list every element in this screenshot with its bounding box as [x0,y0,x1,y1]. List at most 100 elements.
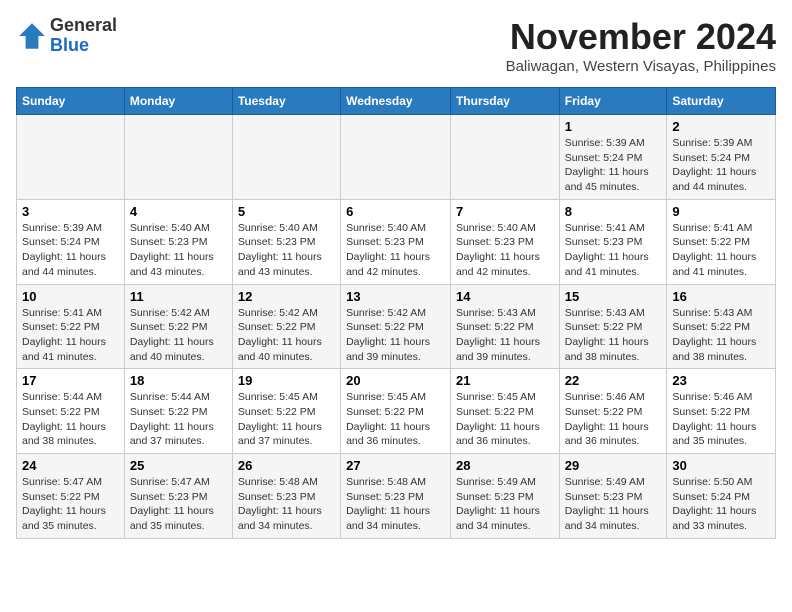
weekday-header: Tuesday [232,88,340,115]
day-info: Sunrise: 5:45 AM Sunset: 5:22 PM Dayligh… [346,390,445,449]
logo-text: General Blue [50,16,117,56]
day-number: 18 [130,373,227,388]
title-area: November 2024 Baliwagan, Western Visayas… [506,16,776,75]
day-number: 11 [130,289,227,304]
day-number: 30 [672,458,770,473]
day-info: Sunrise: 5:42 AM Sunset: 5:22 PM Dayligh… [130,306,227,365]
day-number: 5 [238,204,335,219]
day-number: 6 [346,204,445,219]
day-number: 25 [130,458,227,473]
day-info: Sunrise: 5:40 AM Sunset: 5:23 PM Dayligh… [130,221,227,280]
calendar-cell: 28 Sunrise: 5:49 AM Sunset: 5:23 PM Dayli… [450,454,559,539]
day-number: 20 [346,373,445,388]
location-subtitle: Baliwagan, Western Visayas, Philippines [506,58,776,75]
calendar-week-row: 24Sunrise: 5:47 AM Sunset: 5:22 PM Dayli… [17,454,776,539]
day-info: Sunrise: 5:40 AM Sunset: 5:23 PM Dayligh… [238,221,335,280]
day-info: Sunrise: 5:43 AM Sunset: 5:22 PM Dayligh… [456,306,554,365]
weekday-header: Thursday [450,88,559,115]
calendar-cell: 21 Sunrise: 5:45 AM Sunset: 5:22 PM Dayli… [450,369,559,454]
calendar-cell [232,115,340,200]
calendar-week-row: 1 Sunrise: 5:39 AM Sunset: 5:24 PM Daylig… [17,115,776,200]
day-number: 17 [22,373,119,388]
day-info: Sunrise: 5:45 AM Sunset: 5:22 PM Dayligh… [456,390,554,449]
day-info: Sunrise: 5:39 AM Sunset: 5:24 PM Dayligh… [565,136,662,195]
day-number: 14 [456,289,554,304]
day-number: 23 [672,373,770,388]
day-number: 21 [456,373,554,388]
day-number: 9 [672,204,770,219]
calendar-cell [17,115,125,200]
weekday-header: Monday [124,88,232,115]
day-info: Sunrise: 5:48 AM Sunset: 5:23 PM Dayligh… [238,475,335,534]
day-info: Sunrise: 5:41 AM Sunset: 5:23 PM Dayligh… [565,221,662,280]
day-number: 12 [238,289,335,304]
calendar-cell: 27 Sunrise: 5:48 AM Sunset: 5:23 PM Dayli… [341,454,451,539]
day-number: 2 [672,119,770,134]
calendar-cell: 5 Sunrise: 5:40 AM Sunset: 5:23 PM Daylig… [232,199,340,284]
day-number: 27 [346,458,445,473]
day-number: 3 [22,204,119,219]
day-info: Sunrise: 5:50 AM Sunset: 5:24 PM Dayligh… [672,475,770,534]
calendar-table: SundayMondayTuesdayWednesdayThursdayFrid… [16,87,776,539]
day-info: Sunrise: 5:47 AM Sunset: 5:22 PM Dayligh… [22,475,119,534]
calendar-cell [450,115,559,200]
day-number: 19 [238,373,335,388]
day-number: 13 [346,289,445,304]
day-info: Sunrise: 5:40 AM Sunset: 5:23 PM Dayligh… [456,221,554,280]
calendar-cell: 10 Sunrise: 5:41 AM Sunset: 5:22 PM Dayli… [17,284,125,369]
weekday-header: Wednesday [341,88,451,115]
calendar-cell: 15 Sunrise: 5:43 AM Sunset: 5:22 PM Dayli… [559,284,667,369]
weekday-header: Saturday [667,88,776,115]
day-info: Sunrise: 5:47 AM Sunset: 5:23 PM Dayligh… [130,475,227,534]
logo: General Blue [16,16,117,56]
calendar-cell: 17 Sunrise: 5:44 AM Sunset: 5:22 PM Dayli… [17,369,125,454]
calendar-cell: 23Sunrise: 5:46 AM Sunset: 5:22 PM Dayli… [667,369,776,454]
month-title: November 2024 [506,16,776,58]
day-number: 1 [565,119,662,134]
calendar-cell: 13 Sunrise: 5:42 AM Sunset: 5:22 PM Dayli… [341,284,451,369]
calendar-cell: 16 Sunrise: 5:43 AM Sunset: 5:22 PM Dayli… [667,284,776,369]
day-info: Sunrise: 5:43 AM Sunset: 5:22 PM Dayligh… [672,306,770,365]
calendar-cell: 2 Sunrise: 5:39 AM Sunset: 5:24 PM Daylig… [667,115,776,200]
day-number: 15 [565,289,662,304]
calendar-week-row: 17 Sunrise: 5:44 AM Sunset: 5:22 PM Dayli… [17,369,776,454]
day-info: Sunrise: 5:41 AM Sunset: 5:22 PM Dayligh… [22,306,119,365]
day-number: 8 [565,204,662,219]
logo-icon [16,20,48,52]
day-info: Sunrise: 5:44 AM Sunset: 5:22 PM Dayligh… [130,390,227,449]
day-info: Sunrise: 5:39 AM Sunset: 5:24 PM Dayligh… [22,221,119,280]
day-info: Sunrise: 5:42 AM Sunset: 5:22 PM Dayligh… [238,306,335,365]
day-number: 7 [456,204,554,219]
day-number: 16 [672,289,770,304]
day-number: 26 [238,458,335,473]
logo-general: General [50,15,117,35]
day-info: Sunrise: 5:49 AM Sunset: 5:23 PM Dayligh… [565,475,662,534]
calendar-cell: 8 Sunrise: 5:41 AM Sunset: 5:23 PM Daylig… [559,199,667,284]
day-number: 29 [565,458,662,473]
day-number: 10 [22,289,119,304]
weekday-header: Friday [559,88,667,115]
logo-blue: Blue [50,35,89,55]
day-info: Sunrise: 5:48 AM Sunset: 5:23 PM Dayligh… [346,475,445,534]
day-info: Sunrise: 5:39 AM Sunset: 5:24 PM Dayligh… [672,136,770,195]
day-info: Sunrise: 5:45 AM Sunset: 5:22 PM Dayligh… [238,390,335,449]
weekday-header: Sunday [17,88,125,115]
calendar-cell: 30 Sunrise: 5:50 AM Sunset: 5:24 PM Dayli… [667,454,776,539]
day-info: Sunrise: 5:46 AM Sunset: 5:22 PM Dayligh… [565,390,662,449]
header: General Blue November 2024 Baliwagan, We… [16,16,776,75]
day-info: Sunrise: 5:43 AM Sunset: 5:22 PM Dayligh… [565,306,662,365]
day-info: Sunrise: 5:44 AM Sunset: 5:22 PM Dayligh… [22,390,119,449]
calendar-cell: 1 Sunrise: 5:39 AM Sunset: 5:24 PM Daylig… [559,115,667,200]
calendar-cell [124,115,232,200]
calendar-cell: 20 Sunrise: 5:45 AM Sunset: 5:22 PM Dayli… [341,369,451,454]
day-info: Sunrise: 5:49 AM Sunset: 5:23 PM Dayligh… [456,475,554,534]
calendar-cell: 6 Sunrise: 5:40 AM Sunset: 5:23 PM Daylig… [341,199,451,284]
day-number: 28 [456,458,554,473]
calendar-cell: 4Sunrise: 5:40 AM Sunset: 5:23 PM Daylig… [124,199,232,284]
calendar-week-row: 3 Sunrise: 5:39 AM Sunset: 5:24 PM Daylig… [17,199,776,284]
calendar-cell: 25 Sunrise: 5:47 AM Sunset: 5:23 PM Dayli… [124,454,232,539]
day-info: Sunrise: 5:42 AM Sunset: 5:22 PM Dayligh… [346,306,445,365]
day-info: Sunrise: 5:40 AM Sunset: 5:23 PM Dayligh… [346,221,445,280]
calendar-cell [341,115,451,200]
calendar-cell: 14 Sunrise: 5:43 AM Sunset: 5:22 PM Dayli… [450,284,559,369]
